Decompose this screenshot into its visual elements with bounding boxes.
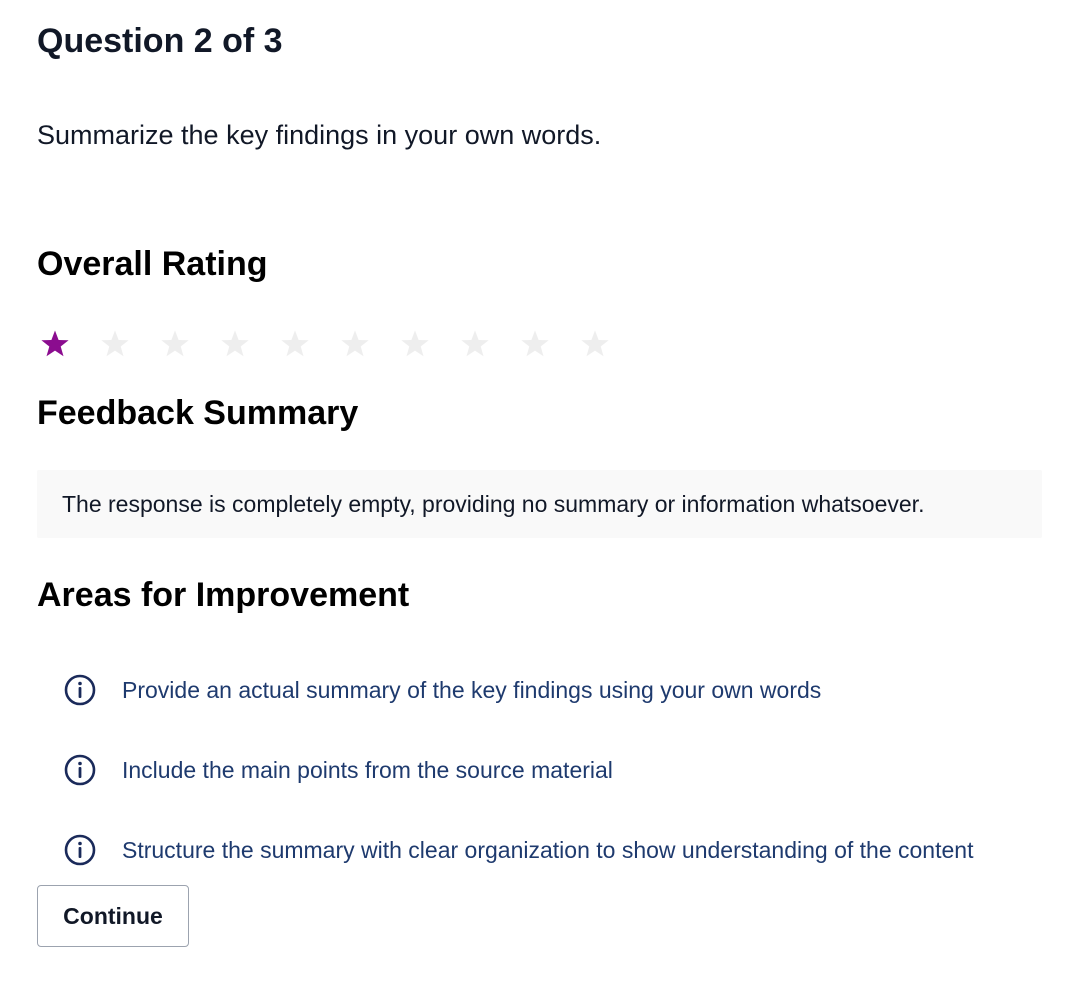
improvement-text: Provide an actual summary of the key fin…	[122, 676, 822, 703]
improvement-item: Structure the summary with clear organiz…	[63, 830, 973, 870]
rating-star-6[interactable]	[337, 322, 397, 366]
improvement-text: Structure the summary with clear organiz…	[122, 836, 974, 863]
star-icon	[461, 330, 489, 357]
question-prompt: Summarize the key findings in your own w…	[37, 120, 602, 150]
star-icon	[281, 330, 309, 357]
star-icon	[41, 330, 69, 357]
question-title: Question 2 of 3	[37, 22, 283, 60]
info-circle-icon	[63, 833, 97, 867]
star-rating	[37, 322, 637, 366]
star-icon	[521, 330, 549, 357]
rating-star-4[interactable]	[217, 322, 277, 366]
rating-star-10[interactable]	[577, 322, 637, 366]
star-icon	[101, 330, 129, 357]
feedback-summary-heading: Feedback Summary	[37, 394, 359, 432]
star-icon	[221, 330, 249, 357]
rating-star-5[interactable]	[277, 322, 337, 366]
info-circle-icon	[63, 753, 97, 787]
overall-rating-heading: Overall Rating	[37, 245, 268, 283]
improvement-text: Include the main points from the source …	[122, 756, 613, 783]
feedback-summary-box: The response is completely empty, provid…	[37, 470, 1042, 538]
rating-star-1[interactable]	[37, 322, 97, 366]
star-icon	[581, 330, 609, 357]
info-circle-icon	[63, 673, 97, 707]
improvement-item: Provide an actual summary of the key fin…	[63, 670, 821, 710]
rating-star-2[interactable]	[97, 322, 157, 366]
improvement-item: Include the main points from the source …	[63, 750, 613, 790]
rating-star-7[interactable]	[397, 322, 457, 366]
areas-for-improvement-heading: Areas for Improvement	[37, 576, 410, 614]
star-icon	[341, 330, 369, 357]
continue-button[interactable]: Continue	[37, 885, 189, 947]
feedback-summary-text: The response is completely empty, provid…	[62, 490, 925, 517]
rating-star-9[interactable]	[517, 322, 577, 366]
star-icon	[401, 330, 429, 357]
rating-star-3[interactable]	[157, 322, 217, 366]
star-icon	[161, 330, 189, 357]
rating-star-8[interactable]	[457, 322, 517, 366]
